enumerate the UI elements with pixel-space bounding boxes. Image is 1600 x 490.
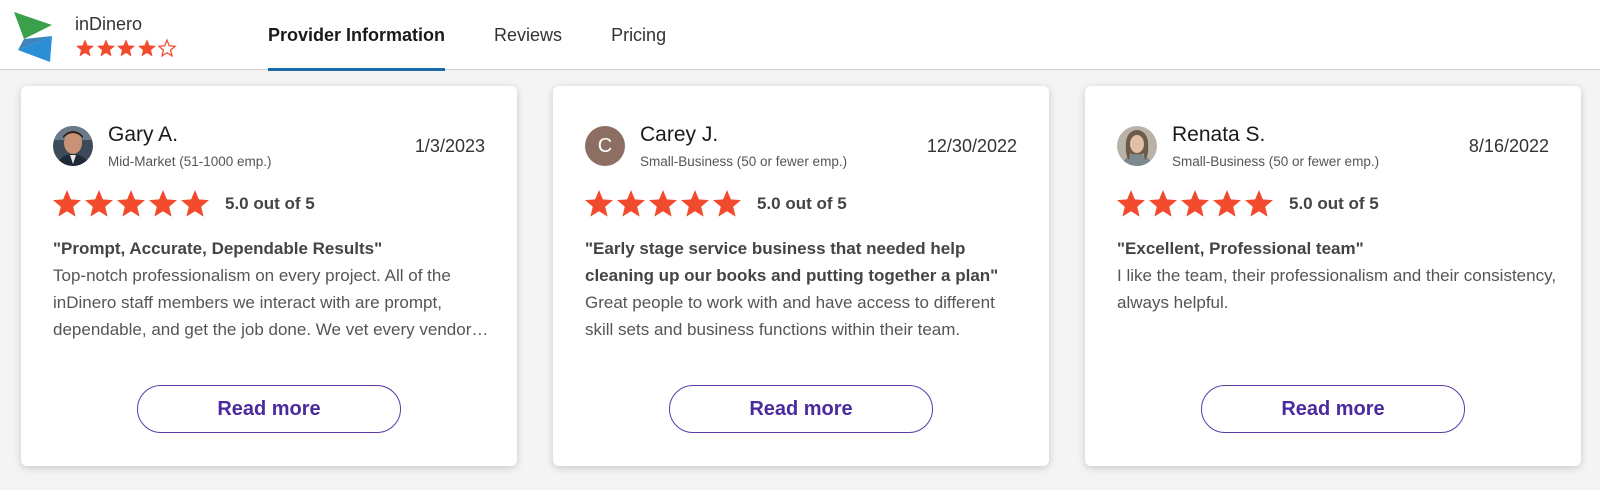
star-icon — [1117, 189, 1145, 217]
rating-text: 5.0 out of 5 — [225, 193, 315, 213]
star-icon — [96, 39, 115, 57]
avatar — [53, 126, 93, 166]
tab-reviews[interactable]: Reviews — [494, 0, 562, 70]
review-body: Great people to work with and have acces… — [585, 293, 995, 339]
review-date: 1/3/2023 — [414, 136, 485, 156]
reviewer-segment: Small-Business (50 or fewer emp.) — [1172, 154, 1380, 169]
star-icon — [1213, 189, 1241, 217]
review-date: 8/16/2022 — [1468, 136, 1549, 156]
reviewer-name: Renata S. — [1172, 123, 1266, 146]
review-rating: 5.0 out of 5 — [51, 188, 315, 219]
avatar — [1117, 126, 1157, 166]
star-icon — [681, 189, 709, 217]
star-icon — [1245, 189, 1273, 217]
reviewer-segment: Mid-Market (51-1000 emp.) — [108, 154, 272, 169]
star-icon — [649, 189, 677, 217]
provider-rating — [75, 38, 178, 58]
tab-provider-information[interactable]: Provider Information — [268, 0, 446, 71]
review-rating: 5.0 out of 5 — [583, 188, 847, 219]
review-rating: 5.0 out of 5 — [1115, 188, 1379, 219]
star-icon — [1149, 189, 1177, 217]
review-title: "Prompt, Accurate, Dependable Results" — [53, 239, 383, 258]
star-icon — [76, 39, 94, 57]
star-icon — [181, 189, 209, 217]
star-outline-icon — [157, 38, 177, 58]
star-icon — [585, 189, 613, 217]
reviewer-name: Carey J. — [640, 123, 719, 146]
star-icon — [137, 39, 156, 57]
review-card: C Carey J. Small-Business (50 or fewer e… — [553, 86, 1049, 466]
read-more-button[interactable]: Read more — [669, 385, 933, 433]
review-body: Top-notch professionalism on every proje… — [53, 266, 472, 339]
review-card: Gary A. Mid-Market (51-1000 emp.) 1/3/20… — [21, 86, 517, 466]
star-icon — [713, 189, 741, 217]
star-icon — [149, 189, 177, 217]
reviewer-name: Gary A. — [108, 123, 179, 146]
star-icon — [117, 189, 145, 217]
rating-text: 5.0 out of 5 — [1289, 193, 1379, 213]
avatar: C — [585, 126, 625, 166]
review-title: "Excellent, Professional team" — [1117, 239, 1364, 258]
provider-header: inDinero Provider Information Reviews Pr… — [0, 0, 1600, 71]
provider-name: inDinero — [75, 14, 143, 34]
read-more-button[interactable]: Read more — [1201, 385, 1465, 433]
provider-tabs: Provider Information Reviews Pricing — [268, 0, 715, 71]
star-icon — [53, 189, 81, 217]
review-body: I like the team, their professionalism a… — [1117, 266, 1557, 312]
reviewer-segment: Small-Business (50 or fewer emp.) — [640, 154, 848, 169]
star-icon — [117, 39, 135, 57]
read-more-button[interactable]: Read more — [137, 385, 401, 433]
rating-text: 5.0 out of 5 — [757, 193, 847, 213]
star-icon — [85, 189, 113, 217]
star-icon — [1181, 189, 1209, 217]
indinero-logo-icon — [14, 12, 54, 64]
tab-pricing[interactable]: Pricing — [611, 0, 666, 70]
review-card: Renata S. Small-Business (50 or fewer em… — [1085, 86, 1581, 466]
review-title: "Early stage service business that neede… — [585, 239, 999, 285]
star-icon — [617, 189, 645, 217]
review-date: 12/30/2022 — [926, 136, 1017, 156]
